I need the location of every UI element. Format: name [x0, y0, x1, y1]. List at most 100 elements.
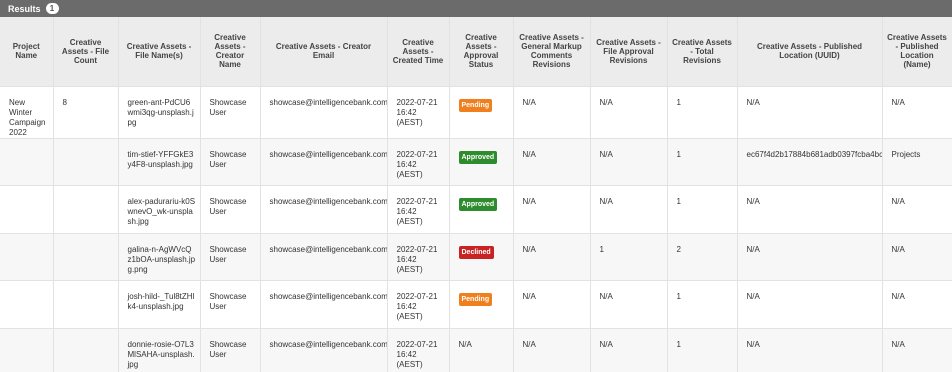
column-header[interactable]: Creative Assets - Creator Email — [260, 17, 388, 87]
file-approval-revisions-cell: N/A — [590, 328, 668, 372]
created-time-cell: 2022-07-21 16:42 (AEST) — [387, 280, 450, 329]
published-name-cell: N/A — [882, 280, 952, 329]
approval-status-cell: N/A — [449, 328, 514, 372]
creator-name-cell: Showcase User — [200, 138, 261, 186]
project-name-cell: New Winter Campaign 2022 — [0, 86, 54, 139]
approval-status-cell: Pending — [449, 86, 514, 139]
file-name-cell: josh-hild-_Tul8tZHlk4-unsplash.jpg — [118, 280, 201, 329]
markup-revisions-cell: N/A — [513, 138, 591, 186]
status-badge: Approved — [458, 198, 498, 211]
created-time-cell: 2022-07-21 16:42 (AEST) — [387, 138, 450, 186]
project-name-cell — [0, 185, 54, 234]
total-revisions-cell: 2 — [667, 233, 738, 281]
column-header[interactable]: Creative Assets - Approval Status — [449, 17, 514, 87]
published-name-cell: N/A — [882, 185, 952, 234]
published-name-cell: Projects — [882, 138, 952, 186]
table-row: tim-stief-YFFGkE3y4F8-unsplash.jpg Showc… — [0, 138, 952, 186]
file-count-cell: 8 — [53, 86, 119, 139]
creator-email-cell: showcase@intelligencebank.com — [260, 138, 388, 186]
file-name-cell: green-ant-PdCU6wmi3qg-unsplash.jpg — [118, 86, 201, 139]
column-header[interactable]: Creative Assets - Created Time — [387, 17, 450, 87]
results-count-badge: 1 — [45, 3, 59, 14]
created-time-cell: 2022-07-21 16:42 (AEST) — [387, 233, 450, 281]
status-badge: Pending — [458, 293, 493, 306]
created-time-cell: 2022-07-21 16:42 (AEST) — [387, 86, 450, 139]
file-name-cell: donnie-rosie-O7L3MlSAHA-unsplash.jpg — [118, 328, 201, 372]
project-name-cell — [0, 280, 54, 329]
table-row: New Winter Campaign 2022 8 green-ant-PdC… — [0, 86, 952, 139]
markup-revisions-cell: N/A — [513, 185, 591, 234]
approval-status-cell: Approved — [449, 185, 514, 234]
column-header[interactable]: Creative Assets - Total Revisions — [667, 17, 738, 87]
published-uuid-cell: N/A — [737, 233, 883, 281]
file-count-cell — [53, 280, 119, 329]
published-uuid-cell: ec67f4d2b17884b681adb0397fcba4bc — [737, 138, 883, 186]
markup-revisions-cell: N/A — [513, 280, 591, 329]
project-name-cell — [0, 138, 54, 186]
results-header: Results 1 — [0, 0, 952, 17]
project-name-cell — [0, 328, 54, 372]
column-header[interactable]: Project Name — [0, 17, 54, 87]
published-name-cell: N/A — [882, 328, 952, 372]
creator-email-cell: showcase@intelligencebank.com — [260, 328, 388, 372]
file-approval-revisions-cell: N/A — [590, 185, 668, 234]
column-header[interactable]: Creative Assets - File Count — [53, 17, 119, 87]
file-name-cell: tim-stief-YFFGkE3y4F8-unsplash.jpg — [118, 138, 201, 186]
column-header[interactable]: Creative Assets - File Name(s) — [118, 17, 201, 87]
table-row: galina-n-AgWVcQz1bOA-unsplash.jpg.png Sh… — [0, 233, 952, 281]
file-count-cell — [53, 185, 119, 234]
table-row: donnie-rosie-O7L3MlSAHA-unsplash.jpg Sho… — [0, 328, 952, 372]
project-name-cell — [0, 233, 54, 281]
column-header[interactable]: Creative Assets - General Markup Comment… — [513, 17, 591, 87]
published-uuid-cell: N/A — [737, 328, 883, 372]
approval-status-cell: Declined — [449, 233, 514, 281]
creator-name-cell: Showcase User — [200, 185, 261, 234]
table-row: alex-padurariu-k0SwnevO_wk-unsplash.jpg … — [0, 185, 952, 234]
approval-status-cell: Pending — [449, 280, 514, 329]
column-header[interactable]: Creative Assets - Published Location (Na… — [882, 17, 952, 87]
file-count-cell — [53, 328, 119, 372]
file-count-cell — [53, 233, 119, 281]
total-revisions-cell: 1 — [667, 138, 738, 186]
results-label: Results — [8, 3, 41, 14]
creator-email-cell: showcase@intelligencebank.com — [260, 185, 388, 234]
created-time-cell: 2022-07-21 16:42 (AEST) — [387, 328, 450, 372]
results-table: Project Name Creative Assets - File Coun… — [0, 17, 952, 372]
total-revisions-cell: 1 — [667, 86, 738, 139]
markup-revisions-cell: N/A — [513, 233, 591, 281]
status-badge: Declined — [458, 245, 494, 259]
published-uuid-cell: N/A — [737, 185, 883, 234]
table-row: josh-hild-_Tul8tZHlk4-unsplash.jpg Showc… — [0, 280, 952, 329]
file-count-cell — [53, 138, 119, 186]
column-header[interactable]: Creative Assets - Creator Name — [200, 17, 261, 87]
total-revisions-cell: 1 — [667, 328, 738, 372]
file-name-cell: galina-n-AgWVcQz1bOA-unsplash.jpg.png — [118, 233, 201, 281]
published-name-cell: N/A — [882, 233, 952, 281]
creator-name-cell: Showcase User — [200, 328, 261, 372]
column-header[interactable]: Creative Assets - File Approval Revision… — [590, 17, 668, 87]
published-name-cell: N/A — [882, 86, 952, 139]
creator-email-cell: showcase@intelligencebank.com — [260, 86, 388, 139]
creator-email-cell: showcase@intelligencebank.com — [260, 233, 388, 281]
status-badge: Pending — [458, 98, 493, 112]
table-header-row: Project Name Creative Assets - File Coun… — [0, 17, 952, 87]
column-header[interactable]: Creative Assets - Published Location (UU… — [737, 17, 883, 87]
status-badge: Approved — [458, 150, 498, 164]
published-uuid-cell: N/A — [737, 86, 883, 139]
approval-status-cell: Approved — [449, 138, 514, 186]
file-name-cell: alex-padurariu-k0SwnevO_wk-unsplash.jpg — [118, 185, 201, 234]
file-approval-revisions-cell: N/A — [590, 138, 668, 186]
total-revisions-cell: 1 — [667, 280, 738, 329]
file-approval-revisions-cell: 1 — [590, 233, 668, 281]
markup-revisions-cell: N/A — [513, 86, 591, 139]
total-revisions-cell: 1 — [667, 185, 738, 234]
creator-name-cell: Showcase User — [200, 280, 261, 329]
published-uuid-cell: N/A — [737, 280, 883, 329]
creator-name-cell: Showcase User — [200, 233, 261, 281]
creator-email-cell: showcase@intelligencebank.com — [260, 280, 388, 329]
file-approval-revisions-cell: N/A — [590, 280, 668, 329]
file-approval-revisions-cell: N/A — [590, 86, 668, 139]
markup-revisions-cell: N/A — [513, 328, 591, 372]
creator-name-cell: Showcase User — [200, 86, 261, 139]
created-time-cell: 2022-07-21 16:42 (AEST) — [387, 185, 450, 234]
